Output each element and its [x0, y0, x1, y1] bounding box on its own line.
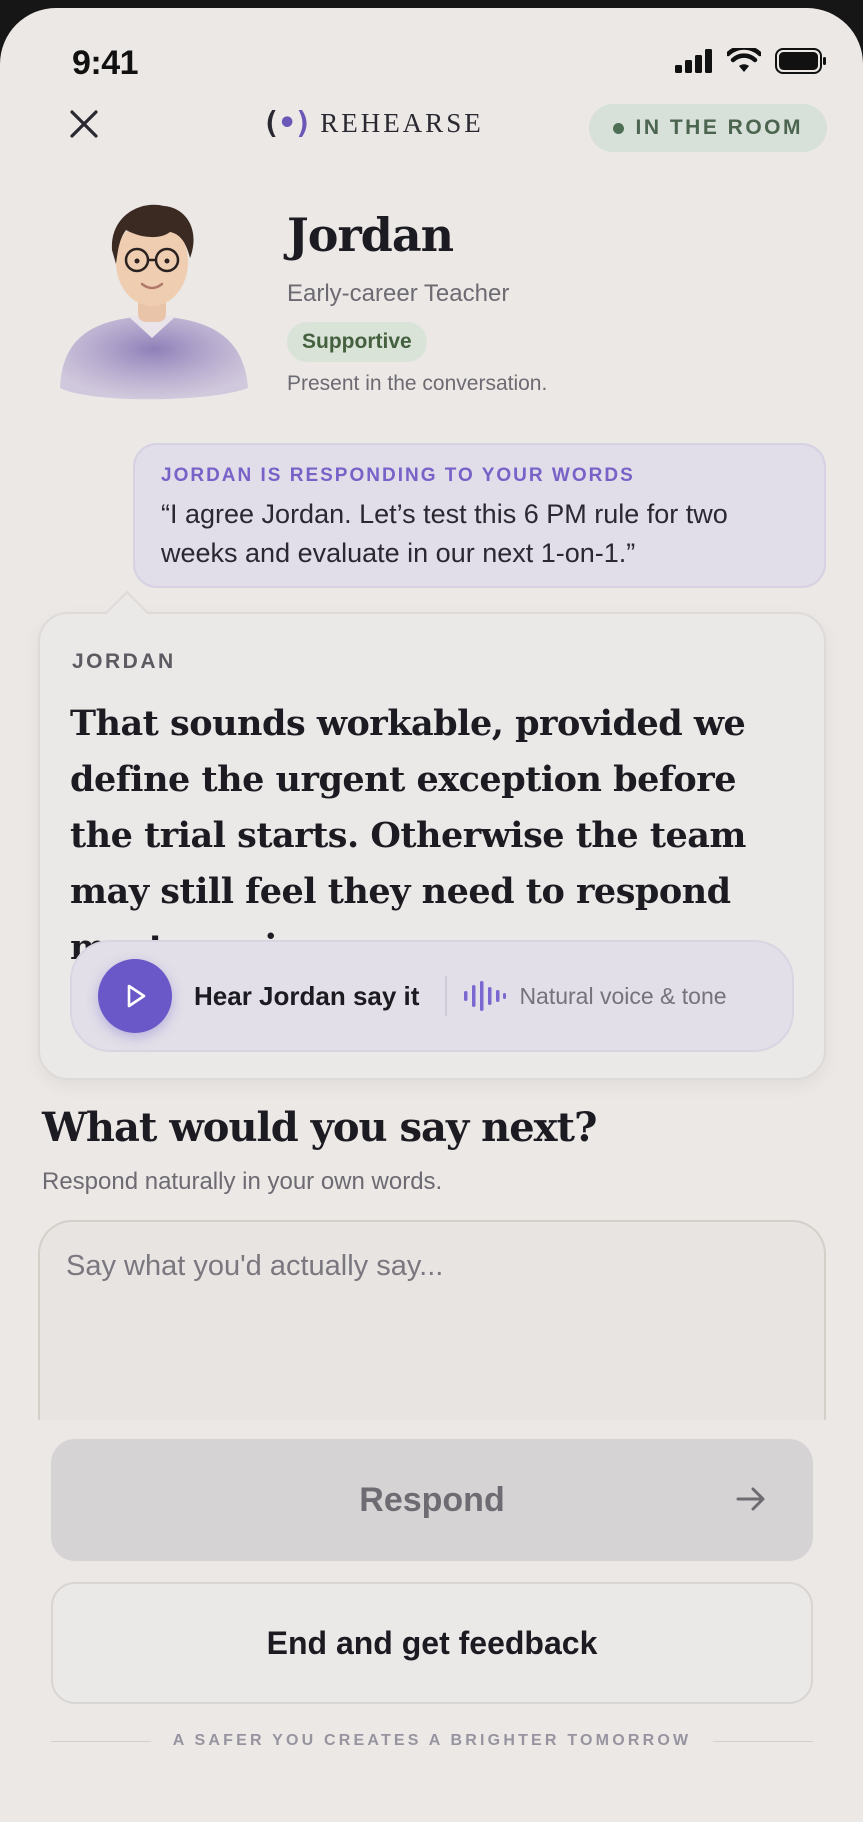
persona-name: Jordan — [287, 208, 454, 262]
response-card: JORDAN That sounds workable, provided we… — [38, 612, 826, 1080]
audio-label: Hear Jordan say it — [194, 980, 420, 1011]
avatar — [60, 204, 248, 400]
respond-label: Respond — [359, 1480, 505, 1519]
brand-mark: (•) — [262, 106, 312, 141]
prompt-title: What would you say next? — [42, 1104, 597, 1151]
waveform-icon — [464, 981, 507, 1011]
brand-name: REHEARSE — [320, 108, 484, 138]
tagline-text: A SAFER YOU CREATES A BRIGHTER TOMORROW — [172, 1732, 692, 1749]
feedback-label: End and get feedback — [266, 1624, 598, 1661]
user-quote-card: JORDAN IS RESPONDING TO YOUR WORDS “I ag… — [133, 443, 826, 588]
response-input-container — [38, 1220, 826, 1420]
prompt-subtitle: Respond naturally in your own words. — [42, 1168, 443, 1195]
quote-label: JORDAN IS RESPONDING TO YOUR WORDS — [161, 465, 635, 486]
audio-subtitle: Natural voice & tone — [519, 982, 727, 1009]
footer-divider-left — [51, 1740, 151, 1742]
status-icons — [675, 48, 827, 74]
persona-role: Early-career Teacher — [287, 280, 510, 307]
response-input[interactable] — [40, 1222, 824, 1420]
battery-icon — [775, 48, 826, 74]
arrow-right-icon — [736, 1487, 765, 1511]
room-status-badge: IN THE ROOM — [588, 104, 827, 152]
live-dot-icon — [612, 122, 624, 134]
tone-badge: Supportive — [287, 322, 427, 362]
response-text: That sounds workable, provided we define… — [70, 703, 746, 968]
speaker-label: JORDAN — [72, 650, 176, 673]
end-feedback-button[interactable]: End and get feedback — [51, 1582, 813, 1704]
wifi-icon — [727, 48, 761, 72]
audio-divider — [445, 976, 448, 1016]
status-time: 9:41 — [72, 44, 139, 82]
footer-tagline: A SAFER YOU CREATES A BRIGHTER TOMORROW — [51, 1732, 813, 1750]
close-button[interactable] — [64, 104, 104, 144]
hear-response-button[interactable]: Hear Jordan say it Natural voice & tone — [70, 940, 794, 1052]
close-icon — [70, 110, 98, 138]
play-icon — [127, 984, 146, 1008]
presence-status: Present in the conversation. — [287, 372, 548, 395]
app-screen: 9:41 (•) REHEARSE IN THE ROOM Jordan Ear… — [0, 8, 863, 1822]
cellular-signal-icon — [675, 49, 712, 73]
brand-logo: (•) REHEARSE — [262, 106, 484, 141]
quote-text: “I agree Jordan. Let’s test this 6 PM ru… — [161, 499, 728, 568]
respond-button[interactable]: Respond — [51, 1439, 813, 1561]
room-status-label: IN THE ROOM — [635, 116, 803, 139]
play-button[interactable] — [98, 959, 172, 1033]
footer-divider-right — [713, 1740, 813, 1742]
